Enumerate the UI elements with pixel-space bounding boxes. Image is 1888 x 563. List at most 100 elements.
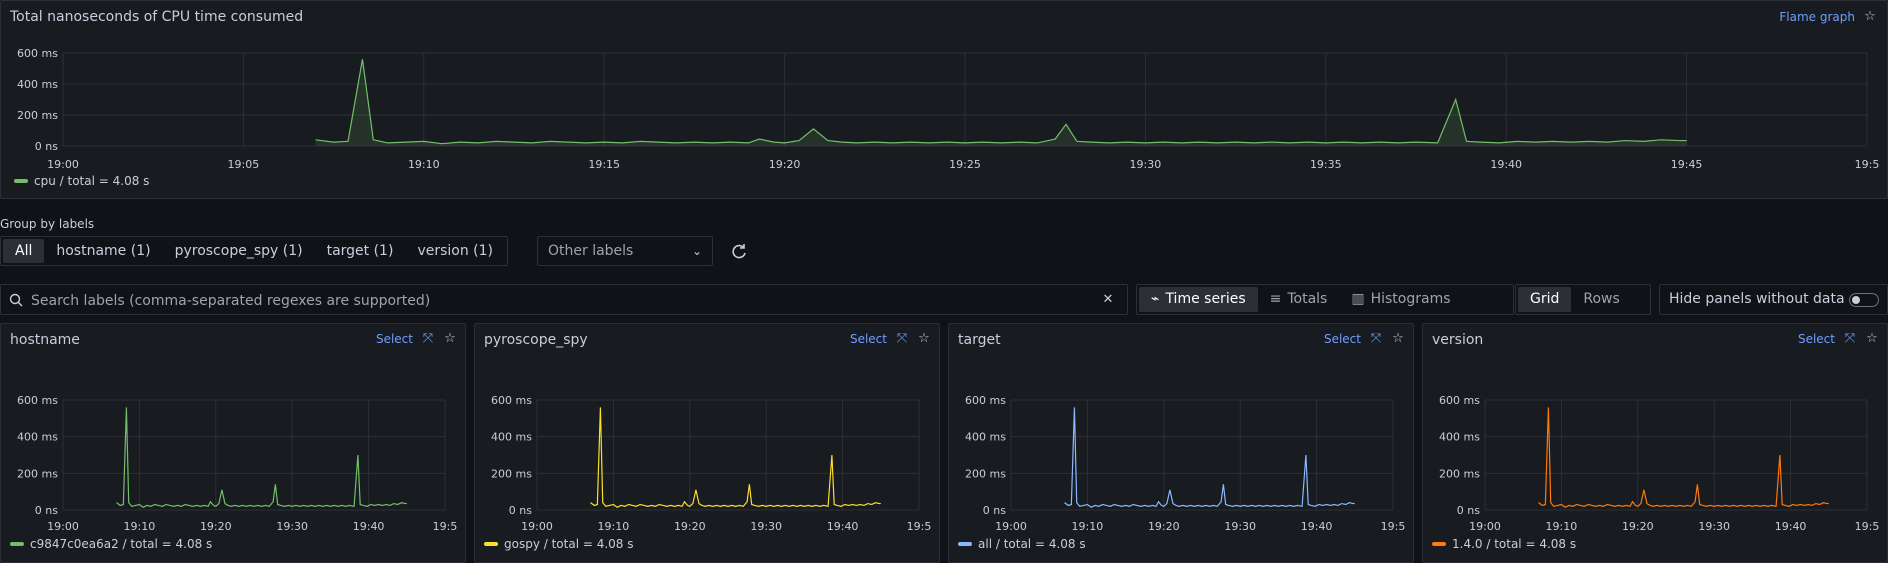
y-tick-label: 600 ms [965,394,1006,407]
x-tick-label: 19:00 [47,520,79,533]
star-icon[interactable]: ☆ [1865,332,1879,346]
y-tick-label: 400 ms [491,431,532,444]
pulse-icon: ⌁ [1151,291,1160,307]
expand-icon[interactable]: ⤧ [1369,332,1383,346]
refresh-icon[interactable] [729,241,749,261]
select-link[interactable]: Select [1798,332,1835,346]
panel-hostname: hostname Select ⤧ ☆ 0 ns 200 ms 400 ms 600 … [0,323,466,563]
layout-mode-grid[interactable]: Grid [1518,287,1572,312]
view-mode-toggle: ⌁ Time series ≡ Totals ▥ Histograms [1136,284,1514,315]
series-line [315,59,1687,145]
select-link[interactable]: Select [376,332,413,346]
group-option-all[interactable]: All [3,239,45,263]
series-line [1538,407,1829,508]
x-tick-label: 19:40 [353,520,385,533]
panel-legend[interactable]: c9847c0ea6a2 / total = 4.08 s [10,537,212,551]
legend-label: cpu / total = 4.08 s [34,174,150,188]
x-tick-label: 19:20 [200,520,232,533]
main-chart[interactable]: 0 ns 200 ms 400 ms 600 ms 19:00 19:05 19:10 19:… [1,31,1887,201]
x-tick-label: 19:30 [276,520,308,533]
expand-icon[interactable]: ⤧ [895,332,909,346]
x-tick-label: 19:35 [1310,158,1342,171]
group-option-hostname[interactable]: hostname (1) [44,239,162,263]
panel-legend[interactable]: all / total = 4.08 s [958,537,1086,551]
view-mode-histograms[interactable]: ▥ Histograms [1339,287,1462,312]
y-tick-label: 200 ms [965,467,1006,480]
legend-swatch [14,179,28,183]
star-icon[interactable]: ☆ [1863,10,1877,24]
panel-pyroscope-spy: pyroscope_spy Select ⤧ ☆ 0 ns 200 ms 400 m… [474,323,940,563]
y-tick-label: 0 ns [509,504,532,517]
x-tick-label: 19:5 [433,520,458,533]
x-tick-label: 19:00 [521,520,553,533]
series-area [315,59,1687,147]
group-option-version[interactable]: version (1) [405,239,505,263]
x-tick-label: 19:40 [1775,520,1807,533]
hide-panels-switch[interactable] [1849,293,1879,307]
x-tick-label: 19:20 [1148,520,1180,533]
flame-graph-link[interactable]: Flame graph [1779,10,1855,24]
expand-icon[interactable]: ⤧ [1843,332,1857,346]
x-tick-label: 19:40 [1301,520,1333,533]
group-by-label: Group by labels [0,217,95,231]
small-chart[interactable]: 0 ns 200 ms 400 ms 600 ms 19:00 19:10 19:20 19:… [475,360,939,540]
x-tick-label: 19:5 [1381,520,1406,533]
x-tick-label: 19:40 [827,520,859,533]
legend-swatch [484,542,498,546]
label-search: ✕ [0,284,1128,316]
x-tick-label: 19:20 [769,158,801,171]
x-tick-label: 19:30 [1224,520,1256,533]
view-mode-totals[interactable]: ≡ Totals [1258,287,1340,312]
series-line [1064,407,1355,508]
chevron-down-icon: ⌄ [691,244,702,258]
y-tick-label: 0 ns [35,504,58,517]
small-chart[interactable]: 0 ns 200 ms 400 ms 600 ms 19:00 19:10 19:20 19:… [1423,360,1887,540]
group-option-pyroscope-spy[interactable]: pyroscope_spy (1) [163,239,315,263]
x-tick-label: 19:5 [1855,520,1880,533]
x-tick-label: 19:00 [1469,520,1501,533]
panel-title: hostname [10,332,80,348]
view-mode-label: Histograms [1370,291,1451,307]
small-chart[interactable]: 0 ns 200 ms 400 ms 600 ms 19:00 19:10 19:20 19:… [949,360,1413,540]
x-tick-label: 19:5 [1855,158,1880,171]
y-tick-label: 600 ms [17,47,58,60]
x-tick-label: 19:30 [1698,520,1730,533]
main-legend[interactable]: cpu / total = 4.08 s [14,174,149,188]
legend-label: c9847c0ea6a2 / total = 4.08 s [30,537,213,551]
panel-title: version [1432,332,1484,348]
panel-legend[interactable]: 1.4.0 / total = 4.08 s [1432,537,1576,551]
other-labels-select[interactable]: Other labels ⌄ [537,236,713,266]
search-input[interactable] [29,285,1093,316]
layout-mode-toggle: Grid Rows [1515,284,1651,315]
clear-icon[interactable]: ✕ [1101,293,1115,307]
x-tick-label: 19:45 [1671,158,1703,171]
main-timeseries-panel: Total nanoseconds of CPU time consumed F… [0,0,1888,199]
x-tick-label: 19:30 [750,520,782,533]
group-option-target[interactable]: target (1) [315,239,406,263]
select-link[interactable]: Select [850,332,887,346]
x-tick-label: 19:10 [1072,520,1104,533]
small-chart[interactable]: 0 ns 200 ms 400 ms 600 ms 19:00 19:10 19:20 19:… [1,360,465,540]
panel-legend[interactable]: gospy / total = 4.08 s [484,537,634,551]
x-tick-label: 19:30 [1130,158,1162,171]
layout-mode-rows[interactable]: Rows [1571,287,1631,312]
star-icon[interactable]: ☆ [917,332,931,346]
y-tick-label: 600 ms [1439,394,1480,407]
y-tick-label: 200 ms [491,467,532,480]
star-icon[interactable]: ☆ [1391,332,1405,346]
x-tick-label: 19:40 [1490,158,1522,171]
list-icon: ≡ [1269,291,1282,307]
select-link[interactable]: Select [1324,332,1361,346]
y-tick-label: 200 ms [1439,467,1480,480]
expand-icon[interactable]: ⤧ [421,332,435,346]
y-tick-label: 0 ns [35,140,58,153]
star-icon[interactable]: ☆ [443,332,457,346]
x-tick-label: 19:20 [1622,520,1654,533]
legend-swatch [10,542,24,546]
panel-title: Total nanoseconds of CPU time consumed [10,9,304,25]
view-mode-time-series[interactable]: ⌁ Time series [1139,287,1258,312]
view-mode-label: Totals [1287,291,1328,307]
legend-label: 1.4.0 / total = 4.08 s [1452,537,1577,551]
y-tick-label: 0 ns [983,504,1006,517]
histogram-icon: ▥ [1351,291,1365,307]
